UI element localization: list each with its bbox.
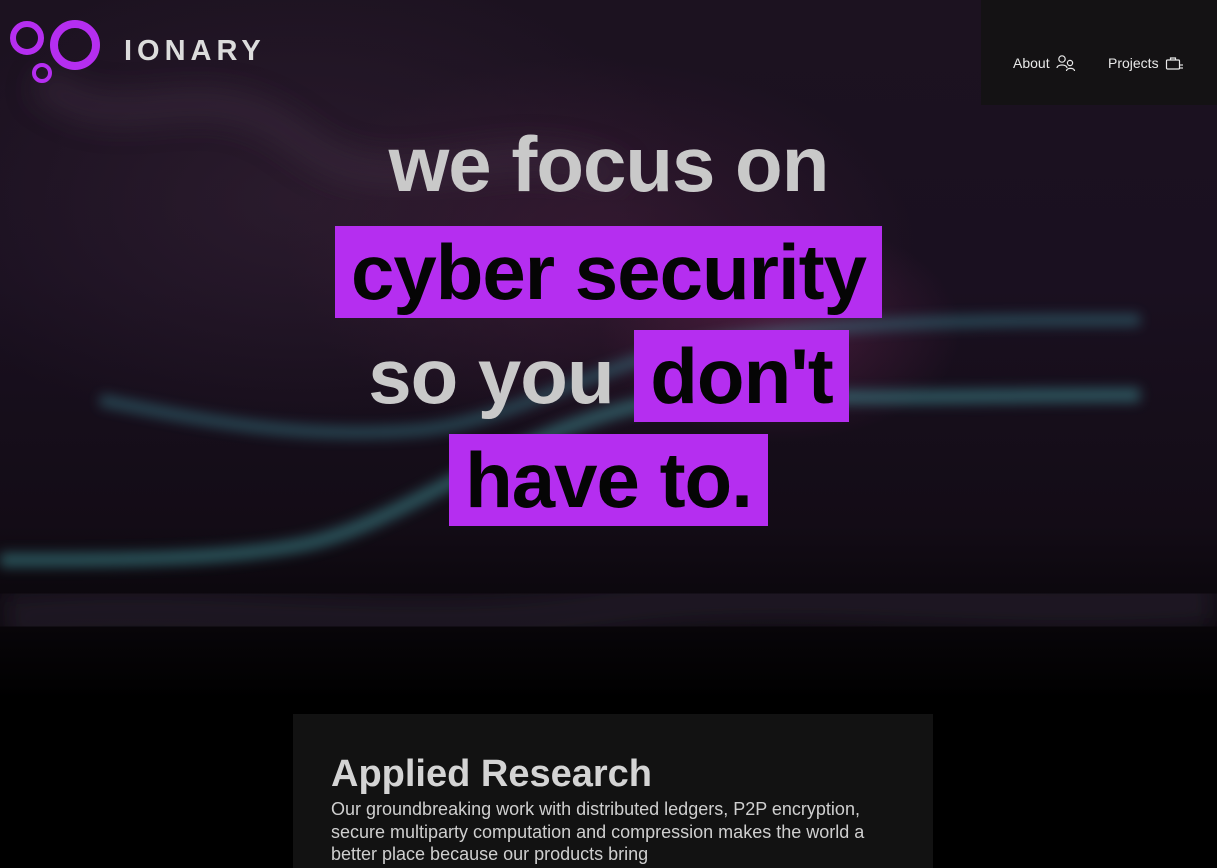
headline-line-2: cyber security [0, 226, 1217, 318]
page: IONARY About Projects we focus on cyber … [0, 0, 1217, 868]
nav-projects-link[interactable]: Projects [1108, 52, 1183, 74]
logo-icon[interactable] [8, 18, 100, 86]
headline-line-3: so you don't [0, 330, 1217, 422]
research-card: Applied Research Our groundbreaking work… [293, 714, 933, 868]
headline-highlight: cyber security [335, 226, 882, 318]
headline-text: we focus on [388, 120, 830, 208]
research-card-title: Applied Research [331, 753, 652, 795]
nav-about-link[interactable]: About [1013, 52, 1076, 74]
nav-about-label: About [1013, 55, 1050, 71]
nav-projects-label: Projects [1108, 55, 1159, 71]
briefcase-icon [1165, 54, 1183, 72]
headline-line-4: have to. [0, 434, 1217, 526]
headline-text: so you [368, 332, 614, 420]
headline-highlight: have to. [449, 434, 768, 526]
headline-line-1: we focus on [0, 118, 1217, 210]
research-card-body: Our groundbreaking work with distributed… [331, 799, 865, 864]
headline-highlight: don't [634, 330, 849, 422]
brand-name[interactable]: IONARY [124, 33, 266, 69]
users-icon [1055, 54, 1076, 72]
